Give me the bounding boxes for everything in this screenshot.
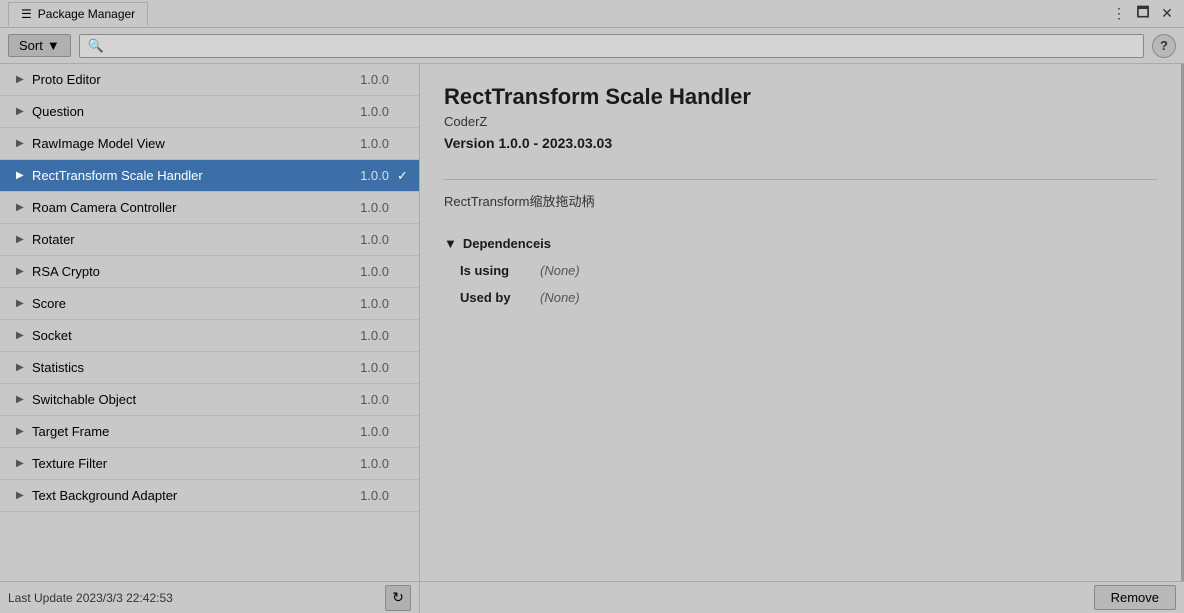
list-item[interactable]: ▶ Proto Editor1.0.0 (0, 64, 419, 96)
list-item[interactable]: ▶ RectTransform Scale Handler1.0.0 ✓ (0, 160, 419, 192)
title-text: Package Manager (38, 7, 135, 21)
expand-arrow-icon: ▶ (16, 458, 28, 469)
package-icon: ☰ (21, 7, 32, 21)
package-item-version: 1.0.0 (360, 328, 389, 343)
package-item-name: RawImage Model View (32, 136, 360, 151)
expand-arrow-icon: ▶ (16, 74, 28, 85)
is-using-label: Is using (460, 263, 540, 278)
expand-arrow-icon: ▶ (16, 202, 28, 213)
package-version: Version 1.0.0 - 2023.03.03 (444, 135, 1157, 151)
dependencies-header[interactable]: ▼ Dependenceis (444, 236, 1157, 251)
sort-label: Sort (19, 38, 43, 53)
window-controls: ⋮ 🗖 ✕ (1110, 5, 1176, 23)
toolbar: Sort ▼ 🔍 ? (0, 28, 1184, 64)
package-list[interactable]: ▶Proto Editor1.0.0▶Question1.0.0▶RawImag… (0, 64, 419, 581)
package-item-name: Roam Camera Controller (32, 200, 360, 215)
package-item-version: 1.0.0 (360, 232, 389, 247)
expand-arrow-icon: ▶ (16, 330, 28, 341)
is-using-value: (None) (540, 263, 580, 278)
remove-button[interactable]: Remove (1094, 585, 1176, 610)
title-bar: ☰ Package Manager ⋮ 🗖 ✕ (0, 0, 1184, 28)
list-item[interactable]: ▶ Statistics1.0.0 (0, 352, 419, 384)
expand-arrow-icon: ▶ (16, 394, 28, 405)
sort-arrow-icon: ▼ (47, 38, 60, 53)
list-item[interactable]: ▶ RawImage Model View1.0.0 (0, 128, 419, 160)
package-item-version: 1.0.0 (360, 456, 389, 471)
left-panel: ▶Proto Editor1.0.0▶Question1.0.0▶RawImag… (0, 64, 420, 613)
list-item[interactable]: ▶ Switchable Object1.0.0 (0, 384, 419, 416)
package-item-name: Proto Editor (32, 72, 360, 87)
used-by-label: Used by (460, 290, 540, 305)
expand-arrow-icon: ▶ (16, 362, 28, 373)
package-item-name: Statistics (32, 360, 360, 375)
package-item-version: 1.0.0 (360, 200, 389, 215)
dep-arrow-icon: ▼ (444, 236, 457, 251)
dependencies-section: ▼ Dependenceis Is using (None) Used by (… (444, 236, 1157, 317)
title-tab[interactable]: ☰ Package Manager (8, 2, 148, 26)
right-bottom-bar: Remove (420, 581, 1184, 613)
package-item-version: 1.0.0 (360, 104, 389, 119)
package-item-name: Socket (32, 328, 360, 343)
package-item-version: 1.0.0 (360, 264, 389, 279)
help-button[interactable]: ? (1152, 34, 1176, 58)
last-update-text: Last Update 2023/3/3 22:42:53 (8, 591, 377, 605)
package-item-version: 1.0.0 (360, 424, 389, 439)
right-panel: RectTransform Scale Handler CoderZ Versi… (420, 64, 1184, 581)
package-item-version: 1.0.0 (360, 296, 389, 311)
main-content: ▶Proto Editor1.0.0▶Question1.0.0▶RawImag… (0, 64, 1184, 613)
refresh-button[interactable]: ↻ (385, 585, 411, 611)
used-by-row: Used by (None) (444, 290, 1157, 305)
list-item[interactable]: ▶ Text Background Adapter1.0.0 (0, 480, 419, 512)
expand-arrow-icon: ▶ (16, 426, 28, 437)
package-author: CoderZ (444, 114, 1157, 129)
package-item-version: 1.0.0 (360, 136, 389, 151)
expand-arrow-icon: ▶ (16, 266, 28, 277)
package-installed-check: ✓ (397, 168, 411, 184)
list-item[interactable]: ▶ Target Frame1.0.0 (0, 416, 419, 448)
list-item[interactable]: ▶ Roam Camera Controller1.0.0 (0, 192, 419, 224)
list-item[interactable]: ▶ Rotater1.0.0 (0, 224, 419, 256)
is-using-row: Is using (None) (444, 263, 1157, 278)
package-item-version: 1.0.0 (360, 392, 389, 407)
list-item[interactable]: ▶ RSA Crypto1.0.0 (0, 256, 419, 288)
expand-arrow-icon: ▶ (16, 234, 28, 245)
package-description: RectTransform缩放拖动柄 (444, 192, 1157, 212)
more-options-button[interactable]: ⋮ (1110, 5, 1128, 23)
package-item-name: Rotater (32, 232, 360, 247)
search-icon: 🔍 (88, 38, 104, 54)
minimize-button[interactable]: 🗖 (1134, 5, 1152, 23)
expand-arrow-icon: ▶ (16, 490, 28, 501)
close-button[interactable]: ✕ (1158, 5, 1176, 23)
separator (444, 179, 1157, 180)
package-item-name: RSA Crypto (32, 264, 360, 279)
used-by-value: (None) (540, 290, 580, 305)
sort-button[interactable]: Sort ▼ (8, 34, 71, 57)
expand-arrow-icon: ▶ (16, 170, 28, 181)
package-item-version: 1.0.0 (360, 72, 389, 87)
search-input[interactable] (108, 38, 1135, 53)
package-item-name: Score (32, 296, 360, 311)
list-item[interactable]: ▶ Texture Filter1.0.0 (0, 448, 419, 480)
package-item-name: Target Frame (32, 424, 360, 439)
expand-arrow-icon: ▶ (16, 298, 28, 309)
expand-arrow-icon: ▶ (16, 106, 28, 117)
package-item-name: Question (32, 104, 360, 119)
package-item-version: 1.0.0 (360, 168, 389, 183)
package-item-version: 1.0.0 (360, 360, 389, 375)
package-item-name: Texture Filter (32, 456, 360, 471)
list-item[interactable]: ▶ Question1.0.0 (0, 96, 419, 128)
search-bar[interactable]: 🔍 (79, 34, 1144, 58)
package-item-name: Text Background Adapter (32, 488, 360, 503)
status-bar: Last Update 2023/3/3 22:42:53 ↻ (0, 581, 419, 613)
package-title: RectTransform Scale Handler (444, 84, 1157, 110)
list-item[interactable]: ▶ Score1.0.0 (0, 288, 419, 320)
list-item[interactable]: ▶ Socket1.0.0 (0, 320, 419, 352)
package-item-name: RectTransform Scale Handler (32, 168, 360, 183)
dependencies-title: Dependenceis (463, 236, 551, 251)
package-item-version: 1.0.0 (360, 488, 389, 503)
expand-arrow-icon: ▶ (16, 138, 28, 149)
package-item-name: Switchable Object (32, 392, 360, 407)
